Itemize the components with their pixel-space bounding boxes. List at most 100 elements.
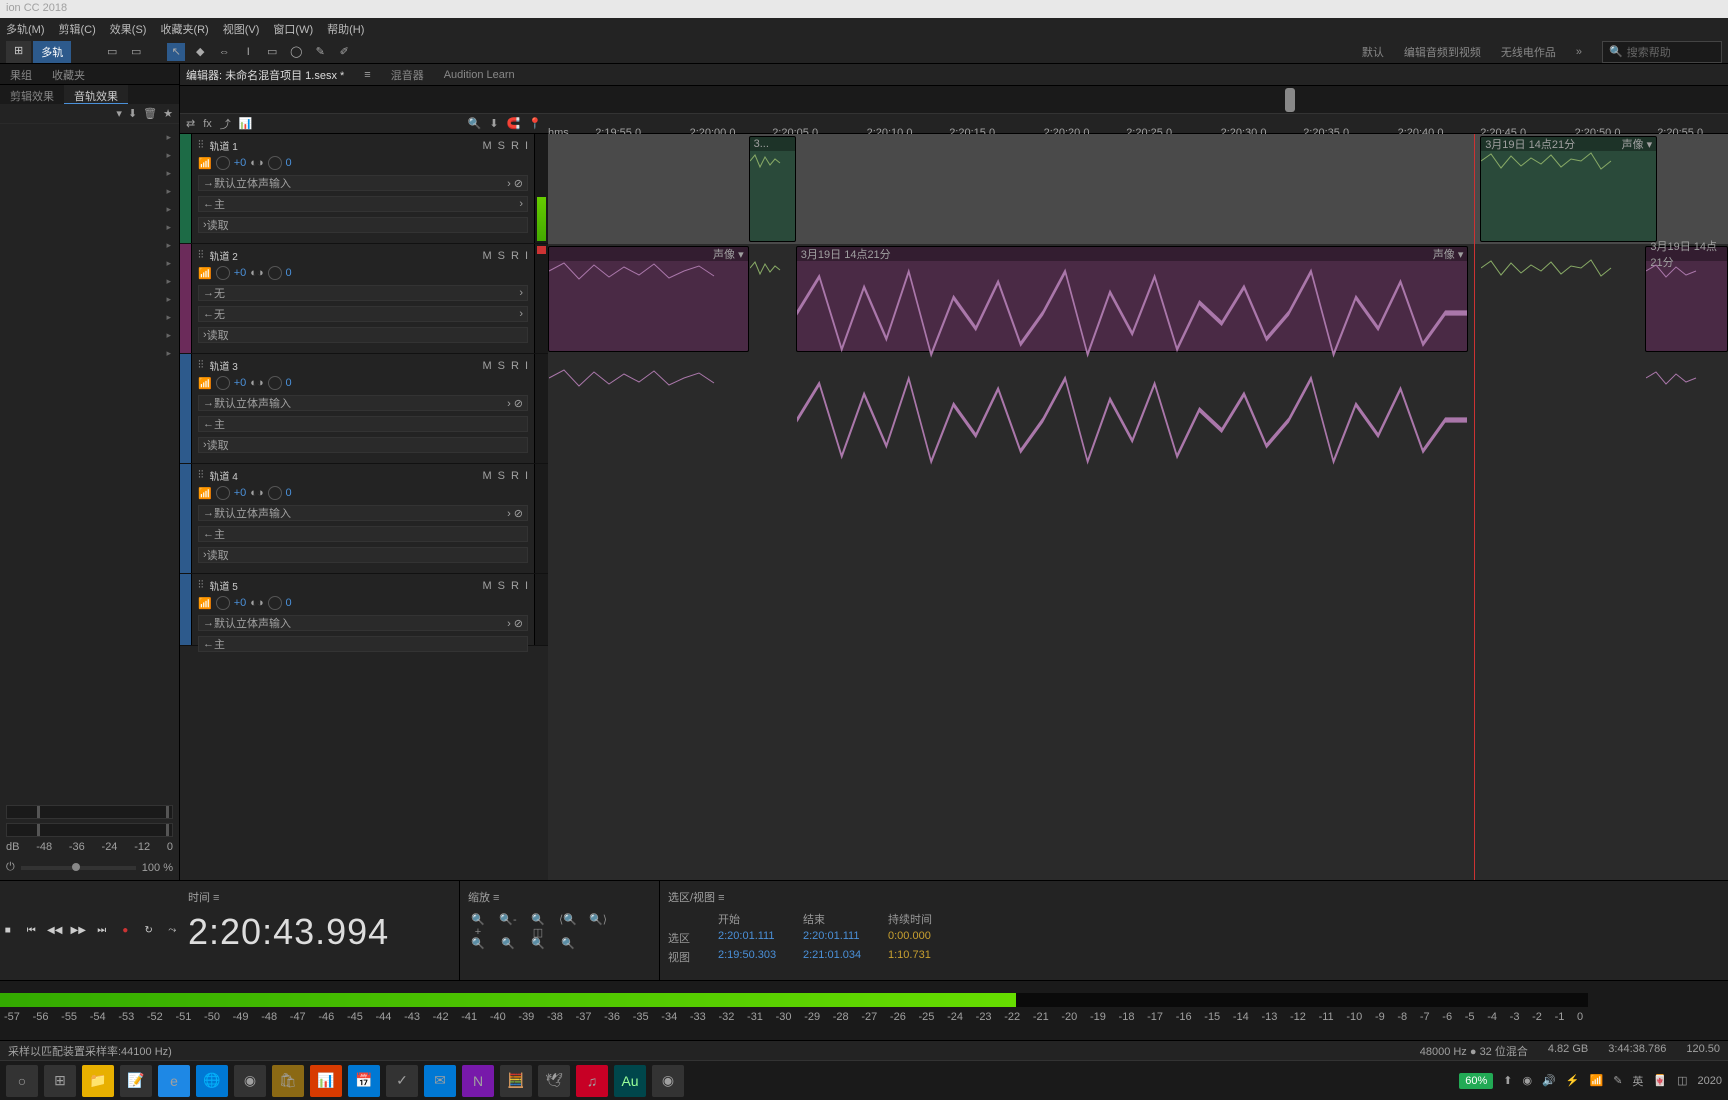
tab-menu-icon[interactable]: ≡ [364, 69, 370, 81]
monitor-button[interactable]: I [525, 140, 528, 152]
zoom-all-icon[interactable]: 🔍 [558, 937, 578, 953]
star-icon[interactable]: ★ [163, 107, 173, 120]
pan-knob[interactable] [268, 486, 282, 500]
tool-icon[interactable]: ⬇ [489, 117, 498, 130]
snap-icon[interactable]: 🧲 [507, 117, 521, 130]
move-tool-icon[interactable]: ↖ [167, 43, 185, 61]
monitor-button[interactable]: I [525, 250, 528, 262]
effect-slot[interactable] [0, 182, 179, 200]
zoom-sel-icon[interactable]: 🔍⟩ [588, 913, 608, 929]
grip-icon[interactable]: ⫶⫶ [198, 249, 204, 262]
solo-button[interactable]: S [498, 140, 505, 152]
tray-icon[interactable]: ◉ [1522, 1074, 1532, 1087]
playhead[interactable] [1474, 134, 1475, 880]
menu-effects[interactable]: 效果(S) [110, 21, 147, 37]
tray-icon[interactable]: ⬆ [1503, 1074, 1512, 1087]
ime-icon[interactable]: 英 [1632, 1073, 1643, 1089]
output-selector[interactable]: ← 主› [198, 196, 528, 212]
learn-tab[interactable]: Audition Learn [444, 69, 515, 81]
effect-slot[interactable] [0, 200, 179, 218]
send-icon[interactable]: ⤴ [220, 116, 231, 132]
dropdown-icon[interactable]: ▾ [116, 107, 122, 120]
grip-icon[interactable]: ⫶⫶ [198, 139, 204, 152]
tool-b-icon[interactable]: ▭ [127, 43, 145, 61]
menu-multitrack[interactable]: 多轨(M) [6, 21, 45, 37]
workspace-default[interactable]: 默认 [1362, 44, 1384, 60]
audition-icon[interactable]: Au [614, 1065, 646, 1097]
track-color-strip[interactable] [180, 464, 192, 573]
cortana-icon[interactable]: ○ [6, 1065, 38, 1097]
output-selector[interactable]: ← 主 [198, 416, 528, 432]
view-dur[interactable]: 1:10.731 [888, 949, 953, 965]
view-end[interactable]: 2:21:01.034 [803, 949, 868, 965]
overview-viewport-marker[interactable] [1285, 88, 1295, 112]
loop-button[interactable]: ↻ [141, 923, 157, 939]
track-header-3[interactable]: ⫶⫶轨道 3MSRI 📶+0◐◑0 → 默认立体声输入› ⊘ ← 主 › 读取 [180, 354, 548, 464]
explorer-icon[interactable]: 📁 [82, 1065, 114, 1097]
arm-button[interactable]: R [511, 140, 519, 152]
onenote-icon[interactable]: N [462, 1065, 494, 1097]
input-selector[interactable]: → 无› [198, 285, 528, 301]
audio-clip[interactable]: 3月19日 14点21分声像 ▾ [1480, 136, 1657, 242]
effect-slot[interactable] [0, 146, 179, 164]
ffwd-button[interactable]: ⏭ [94, 923, 110, 939]
prev-button[interactable]: ◀◀ [47, 923, 63, 939]
menu-help[interactable]: 帮助(H) [327, 21, 364, 37]
fx-icon[interactable]: fx [203, 118, 212, 130]
zoom-v-in-icon[interactable]: 🔍 [468, 937, 488, 953]
ime-icon[interactable]: 🀄 [1653, 1074, 1667, 1087]
tray-icon[interactable]: ⚡ [1566, 1074, 1580, 1087]
razor-tool-icon[interactable]: ◆ [191, 43, 209, 61]
tool-a-icon[interactable]: ▭ [103, 43, 121, 61]
audio-clip[interactable]: 3月19日 14点21分 [1645, 246, 1728, 352]
pan-knob[interactable] [268, 156, 282, 170]
app-icon[interactable]: 🕊 [538, 1065, 570, 1097]
tray-icon[interactable]: ✎ [1613, 1074, 1622, 1087]
zoom-fit-icon[interactable]: 🔍◫ [528, 913, 548, 929]
mute-button[interactable]: M [482, 250, 491, 262]
editor-tab[interactable]: 编辑器: 未命名混音项目 1.sesx * [186, 67, 344, 83]
read-mode[interactable]: › 读取 [198, 327, 528, 343]
task-view-icon[interactable]: ⊞ [44, 1065, 76, 1097]
effect-slot[interactable] [0, 290, 179, 308]
track-effects-tab[interactable]: 音轨效果 [64, 85, 128, 104]
chrome-icon[interactable]: ◉ [234, 1065, 266, 1097]
battery-indicator[interactable]: 60% [1459, 1073, 1493, 1089]
pan-knob[interactable] [268, 376, 282, 390]
current-time-display[interactable]: 2:20:43.994 [188, 911, 451, 953]
track-tool-icon[interactable]: ⇄ [186, 117, 195, 130]
wifi-icon[interactable]: 📶 [1589, 1074, 1603, 1087]
mute-button[interactable]: M [482, 140, 491, 152]
app-icon[interactable]: 📝 [120, 1065, 152, 1097]
stop-button[interactable]: ■ [0, 923, 16, 939]
power-icon[interactable]: ⏻ [6, 861, 15, 874]
mix-slider[interactable] [21, 866, 136, 870]
volume-icon[interactable]: 🔊 [1542, 1074, 1556, 1087]
input-selector[interactable]: → 默认立体声输入› ⊘ [198, 175, 528, 191]
music-icon[interactable]: ♫ [576, 1065, 608, 1097]
audio-clip[interactable]: 3月19日 14点21分声像 ▾ [796, 246, 1469, 352]
menu-window[interactable]: 窗口(W) [273, 21, 313, 37]
volume-knob[interactable] [216, 486, 230, 500]
track-color-strip[interactable] [180, 244, 192, 353]
calculator-icon[interactable]: 🧮 [500, 1065, 532, 1097]
favorites-tab[interactable]: 收藏夹 [42, 64, 95, 84]
effect-slot[interactable] [0, 164, 179, 182]
workspace-video[interactable]: 编辑音频到视频 [1404, 44, 1481, 60]
eq-icon[interactable]: 📊 [239, 117, 253, 130]
track-color-strip[interactable] [180, 574, 192, 645]
play-button[interactable]: ▶▶ [71, 923, 87, 939]
calendar-icon[interactable]: 📅 [348, 1065, 380, 1097]
multitrack-mode-tab[interactable]: 多轨 [33, 41, 71, 63]
menu-favorites[interactable]: 收藏夹(R) [160, 21, 208, 37]
effect-slot[interactable] [0, 272, 179, 290]
menu-view[interactable]: 视图(V) [223, 21, 260, 37]
audio-clip[interactable]: 3... [749, 136, 796, 242]
zoom-reset-icon[interactable]: 🔍 [528, 937, 548, 953]
track-color-strip[interactable] [180, 354, 192, 463]
sel-end[interactable]: 2:20:01.111 [803, 930, 868, 946]
record-button[interactable]: ● [118, 923, 134, 939]
read-mode[interactable]: › 读取 [198, 547, 528, 563]
output-selector[interactable]: ← 主 [198, 526, 528, 542]
effect-slot[interactable] [0, 254, 179, 272]
